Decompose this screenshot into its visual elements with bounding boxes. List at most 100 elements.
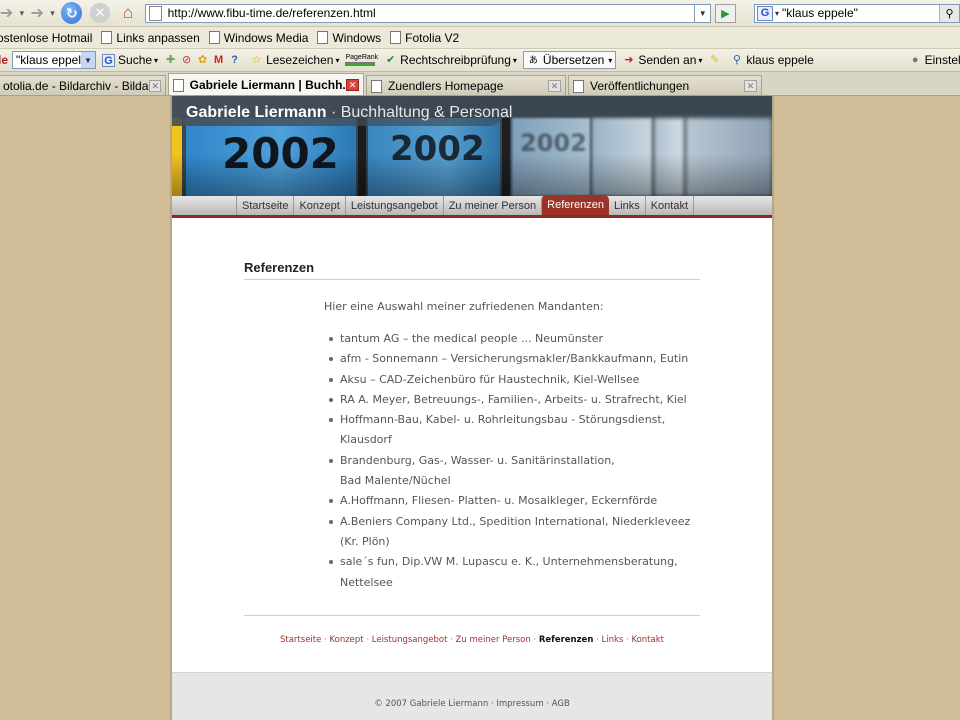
reload-icon[interactable]: ↻ bbox=[61, 2, 83, 24]
bookmark-label: Windows bbox=[332, 30, 382, 45]
tab-bar: otolia.de - Bildarchiv - Bildage... ✕ Ga… bbox=[0, 72, 960, 95]
user-search-button[interactable]: ⚲ klaus eppele bbox=[730, 53, 814, 67]
bookmark-label: ostenlose Hotmail bbox=[0, 30, 93, 45]
dropdown-icon[interactable]: ▾ bbox=[698, 56, 702, 65]
content-divider bbox=[244, 615, 700, 616]
combo-dropdown-icon[interactable]: ▼ bbox=[81, 52, 96, 68]
nav-kontakt[interactable]: Kontakt bbox=[644, 196, 695, 215]
pagerank-icon: PageRank bbox=[345, 54, 378, 66]
gmail-icon[interactable]: M bbox=[212, 54, 225, 67]
client-text: tantum AG – the medical people ... Neumü… bbox=[340, 332, 604, 345]
bookmark-fotolia[interactable]: Fotolia V2 bbox=[390, 31, 459, 45]
bookmarks-menu[interactable]: ☆ Lesezeichen ▾ bbox=[250, 53, 340, 67]
address-bar-url[interactable]: http://www.fibu-time.de/referenzen.html bbox=[168, 6, 376, 20]
forward-history-dropdown-icon[interactable]: ▾ bbox=[48, 2, 58, 24]
bookmark-label: Windows Media bbox=[223, 30, 309, 45]
nav-leistungsangebot[interactable]: Leistungsangebot bbox=[344, 196, 443, 215]
client-text: Aksu – CAD-Zeichenbüro für Haustechnik, … bbox=[340, 372, 640, 386]
close-tab-icon[interactable]: ✕ bbox=[744, 80, 757, 92]
dropdown-icon[interactable]: ▾ bbox=[608, 56, 612, 65]
bookmark-label: Fotolia V2 bbox=[405, 30, 460, 45]
client-text: Hoffmann-Bau, Kabel- u. Rohrleitungsbau … bbox=[340, 413, 666, 427]
toolbar-search-combo[interactable]: "klaus eppel ▼ bbox=[12, 51, 97, 69]
navigation-toolbar: ➔ ▾ ➔ ▾ ↻ ✕ ⌂ http://www.fibu-time.de/re… bbox=[0, 0, 960, 27]
nav-konzept[interactable]: Konzept bbox=[293, 196, 344, 215]
toolbar-search-label: Suche bbox=[118, 53, 153, 67]
dropdown-icon[interactable]: ▾ bbox=[335, 56, 339, 65]
send-arrow-icon: ➜ bbox=[624, 53, 634, 66]
search-engine-g-icon[interactable]: G bbox=[756, 5, 773, 21]
footer-link-konzept[interactable]: Konzept bbox=[329, 635, 363, 645]
spellcheck-button[interactable]: ✔ Rechtschreibprüfung ▾ bbox=[384, 53, 517, 67]
pagerank-label: PageRank bbox=[345, 54, 379, 61]
client-list-item: sale´s fun, Dip.VW M. Lupascu e. K., Unt… bbox=[329, 552, 700, 593]
footer-link-leistungsangebot[interactable]: Leistungsangebot bbox=[372, 635, 448, 645]
client-text: (Kr. Plön) bbox=[340, 534, 390, 548]
magnifier-icon[interactable]: ⚲ bbox=[938, 4, 959, 22]
address-history-dropdown-icon[interactable]: ▼ bbox=[695, 3, 711, 23]
tab-zuendlers-homepage[interactable]: Zuendlers Homepage ✕ bbox=[366, 75, 566, 95]
footer-link-links[interactable]: Links bbox=[601, 635, 623, 645]
client-list-item: Hoffmann-Bau, Kabel- u. Rohrleitungsbau … bbox=[329, 410, 700, 451]
close-tab-icon[interactable]: ✕ bbox=[149, 80, 161, 92]
nav-links[interactable]: Links bbox=[609, 196, 645, 215]
forward-arrow-icon[interactable]: ➔ bbox=[27, 2, 48, 24]
bookmark-windows[interactable]: Windows bbox=[317, 31, 381, 45]
client-list: tantum AG – the medical people ... Neumü… bbox=[329, 329, 700, 593]
news-icon[interactable]: ✚ bbox=[164, 54, 177, 67]
home-icon[interactable]: ⌂ bbox=[118, 2, 139, 24]
nav-startseite[interactable]: Startseite bbox=[236, 196, 293, 215]
footer-link-referenzen[interactable]: Referenzen bbox=[539, 635, 594, 645]
star-icon: ☆ bbox=[251, 53, 262, 66]
send-to-button[interactable]: ➜ Senden an ▾ bbox=[622, 53, 702, 67]
links-toolbar: ostenlose Hotmail Links anpassen Windows… bbox=[0, 27, 960, 49]
nav-referenzen[interactable]: Referenzen bbox=[541, 195, 610, 215]
go-arrow-icon[interactable]: ▶ bbox=[714, 3, 736, 23]
highlighter-icon: ✎ bbox=[710, 53, 720, 66]
close-tab-icon[interactable]: ✕ bbox=[346, 79, 359, 91]
footer-link-startseite[interactable]: Startseite bbox=[280, 635, 321, 645]
client-list-item: A.Beniers Company Ltd., Spedition Intern… bbox=[329, 512, 700, 553]
back-arrow-icon[interactable]: ➔ bbox=[0, 2, 17, 24]
search-bar[interactable]: G ▾ "klaus eppele" ⚲ bbox=[753, 3, 960, 23]
translate-button[interactable]: あ Übersetzen ▾ bbox=[522, 51, 617, 69]
dropdown-icon[interactable]: ▾ bbox=[154, 56, 158, 65]
site-footer: © 2007 Gabriele Liermann · Impressum · A… bbox=[172, 672, 772, 720]
nav-zu-meiner-person[interactable]: Zu meiner Person bbox=[442, 196, 541, 215]
tab-label: otolia.de - Bildarchiv - Bildage... bbox=[3, 79, 149, 93]
toolbar-icon-group[interactable]: ✚ ⊘ ✿ M ? bbox=[164, 54, 244, 67]
site-subtitle: · Buchhaltung & Personal bbox=[326, 104, 513, 121]
toolbar-settings-button[interactable]: ● Einstellu bbox=[909, 53, 960, 67]
stop-icon[interactable]: ✕ bbox=[90, 3, 110, 23]
client-text: RA A. Meyer, Betreuungs-, Familien-, Arb… bbox=[340, 392, 687, 406]
highlight-button[interactable]: ✎ bbox=[708, 54, 724, 67]
tab-fotolia[interactable]: otolia.de - Bildarchiv - Bildage... ✕ bbox=[0, 75, 166, 95]
search-engine-dropdown-icon[interactable]: ▾ bbox=[775, 9, 779, 18]
client-text: afm - Sonnemann – Versicherungsmakler/Ba… bbox=[340, 352, 689, 366]
client-text: sale´s fun, Dip.VW M. Lupascu e. K., Unt… bbox=[340, 555, 678, 569]
client-list-item: Aksu – CAD-Zeichenbüro für Haustechnik, … bbox=[329, 370, 700, 390]
toolbar-search-button[interactable]: G Suche ▾ bbox=[102, 53, 158, 67]
popup-blocker-icon[interactable]: ⊘ bbox=[180, 54, 193, 67]
dropdown-icon[interactable]: ▾ bbox=[513, 56, 517, 65]
footer-link-zu-meiner-person[interactable]: Zu meiner Person bbox=[456, 635, 531, 645]
help-question-icon[interactable]: ? bbox=[228, 54, 241, 67]
toolbar-search-combo-value[interactable]: "klaus eppel bbox=[16, 53, 81, 67]
tab-veroeffentlichungen[interactable]: Veröffentlichungen ✕ bbox=[568, 75, 762, 95]
footer-link-kontakt[interactable]: Kontakt bbox=[631, 635, 664, 645]
settings-gear-icon[interactable]: ✿ bbox=[196, 54, 209, 67]
bookmark-hotmail[interactable]: ostenlose Hotmail bbox=[0, 31, 92, 45]
tab-gabriele-liermann[interactable]: Gabriele Liermann | Buchh... ✕ bbox=[168, 73, 364, 95]
back-history-dropdown-icon[interactable]: ▾ bbox=[17, 2, 27, 24]
copyright-text: © 2007 Gabriele Liermann · Impressum · A… bbox=[374, 699, 570, 709]
client-list-item: Brandenburg, Gas-, Wasser- u. Sanitärins… bbox=[329, 451, 700, 492]
address-bar[interactable]: http://www.fibu-time.de/referenzen.html bbox=[144, 3, 696, 23]
site-navigation: Startseite Konzept Leistungsangebot Zu m… bbox=[172, 195, 772, 218]
pagerank-widget[interactable]: PageRank bbox=[345, 54, 378, 66]
bookmark-windows-media[interactable]: Windows Media bbox=[208, 30, 309, 45]
main-content: Referenzen Hier eine Auswahl meiner zufr… bbox=[244, 260, 700, 593]
bookmarks-label: Lesezeichen bbox=[266, 53, 334, 67]
close-tab-icon[interactable]: ✕ bbox=[548, 80, 561, 92]
bookmark-links-anpassen[interactable]: Links anpassen bbox=[101, 31, 200, 45]
search-input[interactable]: "klaus eppele" bbox=[782, 6, 858, 20]
